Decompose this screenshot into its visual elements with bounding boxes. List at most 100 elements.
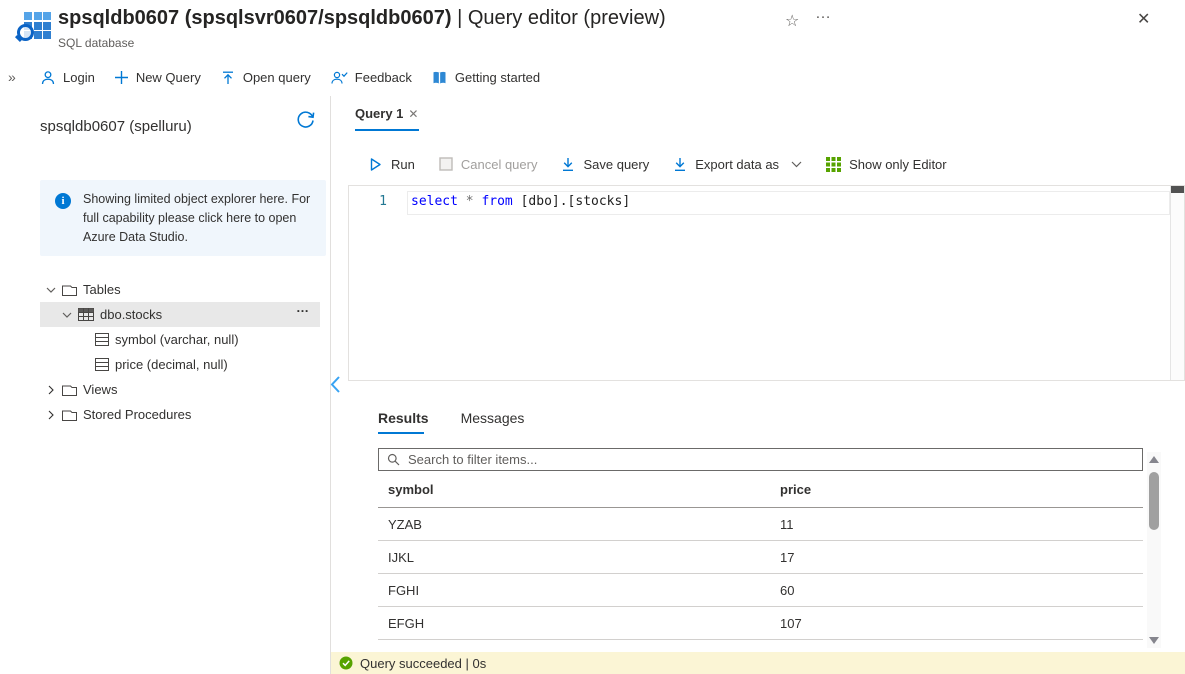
table-row[interactable]: EFGH 107	[378, 607, 1143, 640]
feedback-button[interactable]: Feedback	[330, 70, 412, 86]
tree-node-symbol-column[interactable]: symbol (varchar, null)	[0, 327, 330, 352]
tree-node-views[interactable]: Views	[0, 377, 330, 402]
info-banner-text[interactable]: Showing limited object explorer here. Fo…	[83, 190, 311, 247]
folder-icon	[62, 284, 77, 296]
new-query-label: New Query	[136, 70, 201, 85]
login-label: Login	[63, 70, 95, 85]
status-text: Query succeeded | 0s	[360, 656, 486, 671]
feedback-icon	[330, 70, 348, 86]
cell-symbol: IJKL	[388, 550, 414, 565]
column-header-symbol: symbol	[388, 482, 434, 497]
chevron-right-icon	[46, 385, 57, 395]
open-query-label: Open query	[243, 70, 311, 85]
sql-identifier: [dbo].[stocks]	[513, 194, 630, 209]
table-row[interactable]: QRST 92	[378, 640, 1143, 652]
save-query-button[interactable]: Save query	[561, 157, 649, 172]
scroll-down-icon[interactable]	[1149, 637, 1159, 644]
tree-label-dbo-stocks: dbo.stocks	[100, 307, 162, 322]
results-scrollbar-thumb[interactable]	[1149, 472, 1159, 530]
results-filter-searchbox[interactable]	[378, 448, 1143, 471]
blade-name: | Query editor (preview)	[452, 7, 666, 29]
folder-icon	[62, 384, 77, 396]
login-button[interactable]: Login	[40, 70, 95, 86]
tab-query-1[interactable]: Query 1 ✕	[355, 106, 418, 121]
getting-started-label: Getting started	[455, 70, 540, 85]
column-icon	[95, 333, 109, 346]
tab-messages[interactable]: Messages	[461, 410, 525, 426]
cancel-query-button[interactable]: Cancel query	[439, 157, 538, 172]
chevron-down-icon	[46, 285, 57, 295]
run-label: Run	[391, 157, 415, 172]
results-header-row: symbol price	[378, 472, 1143, 508]
scroll-up-icon[interactable]	[1149, 456, 1159, 463]
success-check-icon	[339, 656, 353, 670]
page-title: spsqldb0607 (spsqlsvr0607/spsqldb0607) |…	[58, 7, 666, 30]
stop-square-icon	[439, 157, 453, 171]
query-editor-main: Query 1 ✕ Run Cancel query Save query Ex…	[331, 96, 1185, 674]
tree-node-stored-procedures[interactable]: Stored Procedures	[0, 402, 330, 427]
table-row[interactable]: FGHI 60	[378, 574, 1143, 607]
sql-code-editor[interactable]: 1 select * from [dbo].[stocks]	[348, 185, 1185, 381]
page-header: spsqldb0607 (spsqlsvr0607/spsqldb0607) |…	[0, 0, 1185, 60]
tree-node-price-column[interactable]: price (decimal, null)	[0, 352, 330, 377]
cell-symbol: FGHI	[388, 583, 419, 598]
results-scrollbar[interactable]	[1147, 452, 1161, 648]
collapse-panel-icon[interactable]	[330, 375, 342, 394]
export-data-button[interactable]: Export data as	[673, 157, 802, 172]
book-icon	[431, 70, 448, 86]
tree-label-price: price (decimal, null)	[115, 357, 228, 372]
upload-arrow-icon	[220, 70, 236, 86]
line-number: 1	[349, 194, 387, 209]
table-row[interactable]: IJKL 17	[378, 541, 1143, 574]
more-options-icon[interactable]: …	[815, 5, 831, 23]
info-banner: i Showing limited object explorer here. …	[40, 180, 326, 256]
column-header-price: price	[780, 482, 811, 497]
tree-more-options-icon[interactable]: …	[296, 300, 310, 315]
new-query-button[interactable]: New Query	[114, 70, 201, 85]
export-data-label: Export data as	[695, 157, 779, 172]
folder-icon	[62, 409, 77, 421]
results-grid: symbol price YZAB 11 IJKL 17 FGHI 60 EFG…	[378, 472, 1143, 652]
tree-node-tables[interactable]: Tables	[0, 277, 330, 302]
refresh-icon[interactable]	[294, 108, 317, 131]
expand-menu-icon[interactable]: »	[8, 69, 16, 85]
tab-results[interactable]: Results	[378, 410, 429, 426]
query-editor-page: spsqldb0607 (spsqlsvr0607/spsqldb0607) |…	[0, 0, 1185, 674]
chevron-right-icon	[46, 410, 57, 420]
sql-operator: *	[458, 194, 481, 209]
show-only-editor-button[interactable]: Show only Editor	[826, 157, 947, 172]
editor-scrollbar[interactable]	[1170, 186, 1184, 380]
run-button[interactable]: Run	[368, 157, 415, 172]
getting-started-button[interactable]: Getting started	[431, 70, 540, 86]
info-icon: i	[55, 193, 71, 209]
plus-icon	[114, 70, 129, 85]
save-query-label: Save query	[583, 157, 649, 172]
tree-node-dbo-stocks[interactable]: dbo.stocks …	[40, 302, 320, 327]
close-blade-icon[interactable]: ✕	[1137, 9, 1150, 29]
search-icon	[387, 453, 400, 466]
editor-scrollbar-thumb[interactable]	[1171, 186, 1184, 193]
query-tab-label: Query 1	[355, 106, 403, 121]
open-query-button[interactable]: Open query	[220, 70, 311, 86]
green-grid-icon	[826, 157, 841, 172]
database-name-label: spsqldb0607 (spelluru)	[40, 118, 192, 135]
code-line[interactable]: select * from [dbo].[stocks]	[411, 194, 630, 209]
favorite-star-icon[interactable]: ☆	[785, 11, 799, 31]
status-bar: Query succeeded | 0s	[331, 652, 1185, 674]
person-icon	[40, 70, 56, 86]
chevron-down-icon	[62, 310, 73, 320]
search-input[interactable]	[406, 451, 1142, 468]
object-tree: Tables dbo.stocks … symbol (varchar, nul…	[0, 277, 330, 427]
resource-type-label: SQL database	[58, 36, 134, 50]
command-bar: » Login New Query Open query Feedback Ge…	[0, 60, 1185, 97]
close-tab-icon[interactable]: ✕	[408, 107, 418, 121]
cell-symbol: YZAB	[388, 517, 422, 532]
editor-toolbar: Run Cancel query Save query Export data …	[368, 150, 947, 178]
table-row[interactable]: YZAB 11	[378, 508, 1143, 541]
active-tab-underline	[355, 129, 419, 131]
sql-keyword: from	[481, 194, 512, 209]
download-arrow-icon	[561, 157, 575, 172]
cell-price: 11	[780, 517, 794, 532]
cell-price: 107	[780, 616, 802, 631]
cell-symbol: EFGH	[388, 616, 424, 631]
